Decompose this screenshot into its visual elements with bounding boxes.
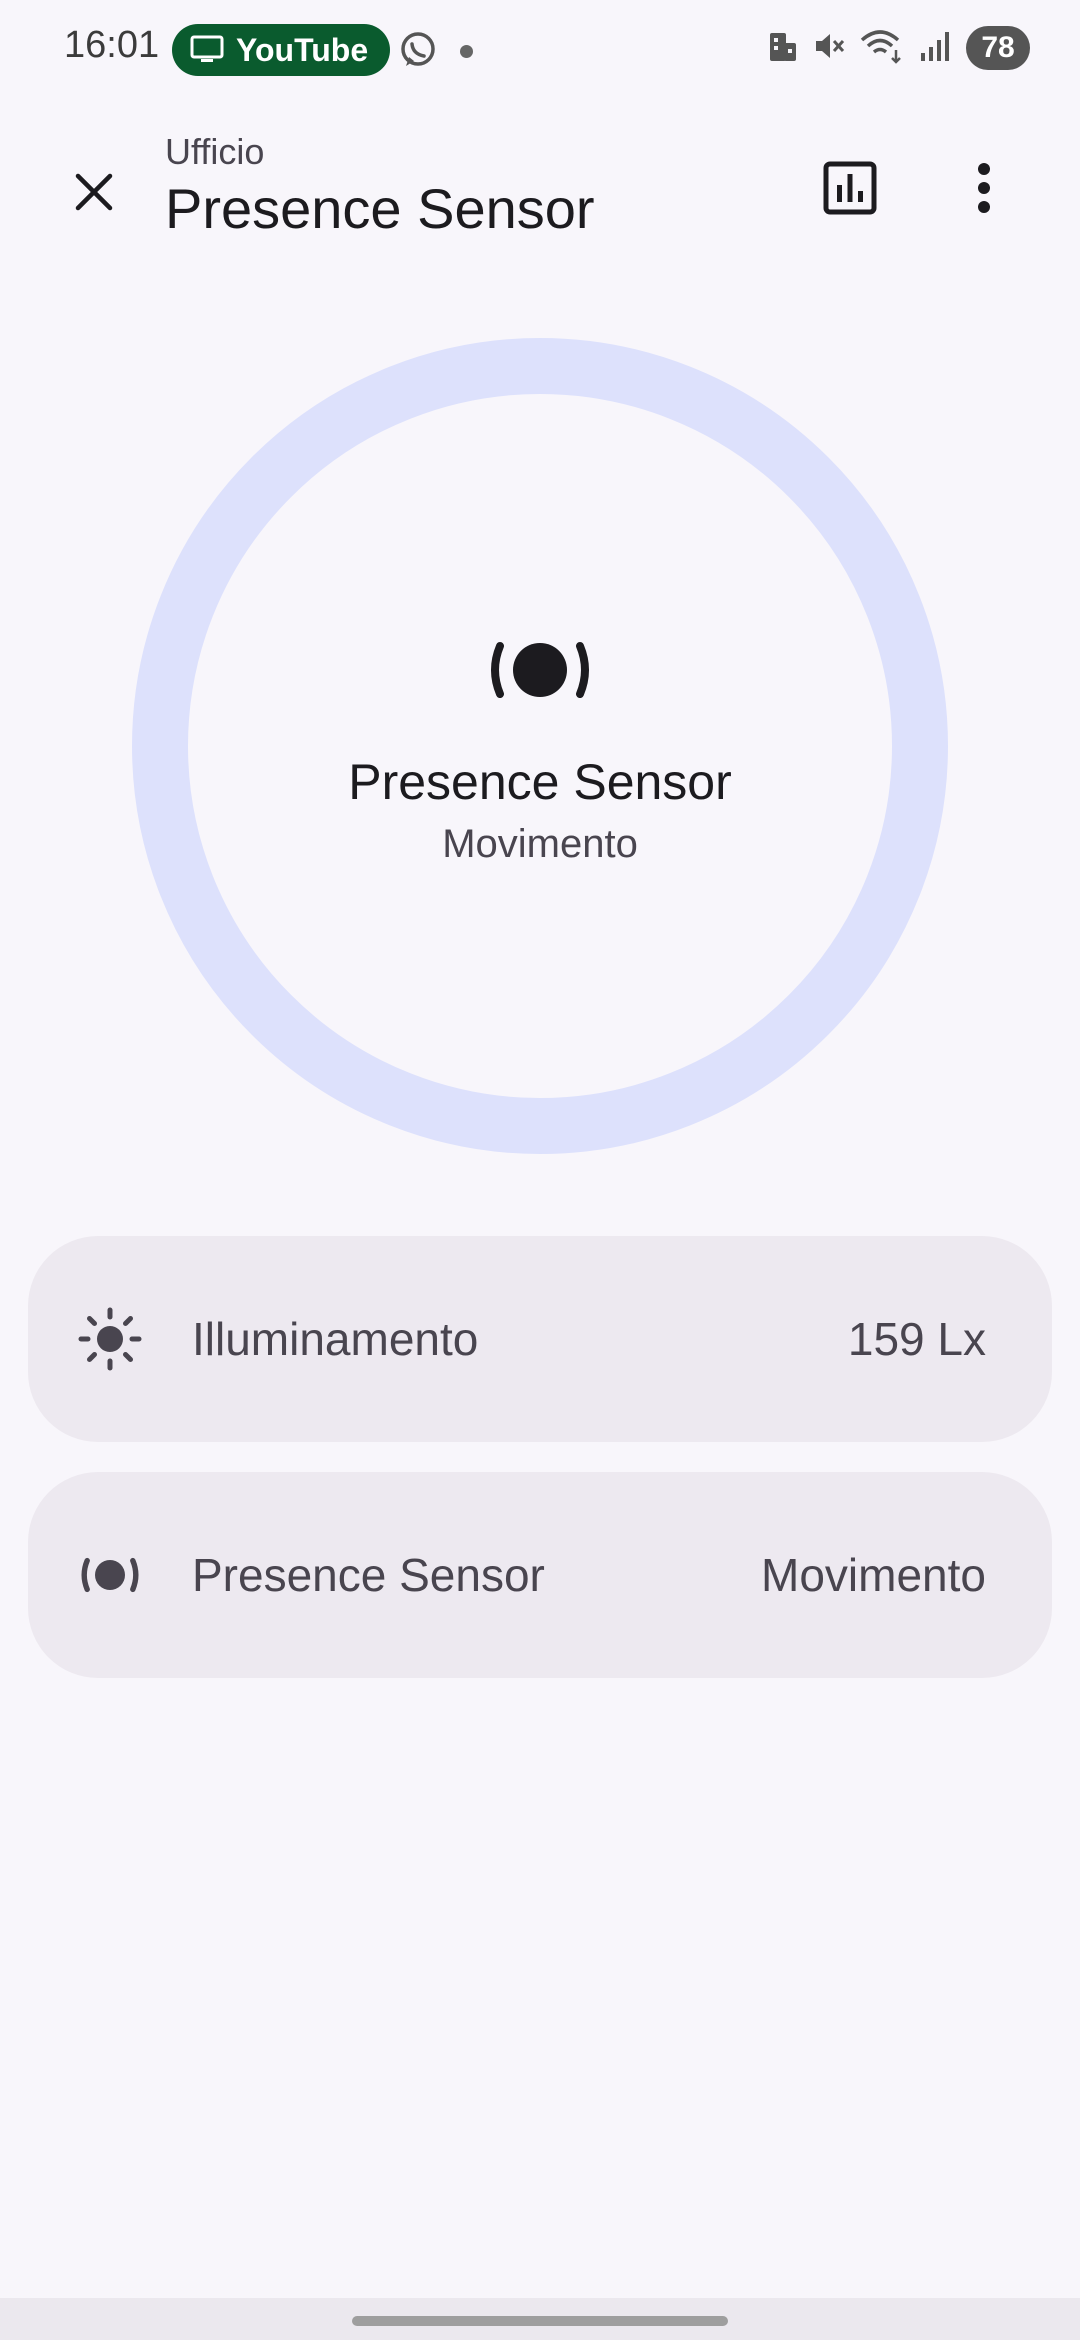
whatsapp-icon — [398, 30, 438, 75]
cast-status-pill[interactable]: YouTube — [172, 24, 391, 76]
state-entity-name: Presence Sensor — [348, 754, 732, 810]
more-vert-icon — [976, 162, 992, 219]
state-content[interactable]: Presence Sensor Movimento — [132, 620, 948, 868]
signal-icon — [918, 29, 952, 68]
cast-pill-label: YouTube — [236, 31, 369, 68]
screen: 16:01 YouTube 78 Ufficio Presence Sensor… — [0, 0, 1080, 2340]
entity-value: Movimento — [761, 1549, 986, 1601]
status-icons: 78 — [768, 26, 1030, 70]
history-chart-icon — [823, 161, 877, 220]
state-value: Movimento — [442, 822, 638, 866]
title-area: Ufficio Presence Sensor — [165, 130, 595, 244]
close-button[interactable] — [58, 158, 130, 230]
motion-sensor-icon — [132, 620, 948, 720]
motion-sensor-icon — [78, 1543, 142, 1607]
building-icon — [768, 29, 798, 68]
entity-label: Presence Sensor — [192, 1549, 545, 1601]
battery-level: 78 — [981, 31, 1015, 64]
close-icon — [72, 170, 116, 219]
entity-card-illuminance[interactable]: Illuminamento 159 Lx — [28, 1236, 1052, 1442]
mute-icon — [812, 29, 846, 68]
entity-value: 159 Lx — [847, 1313, 986, 1365]
entity-card-presence[interactable]: Presence Sensor Movimento — [28, 1472, 1052, 1678]
area-subtitle: Ufficio — [165, 131, 265, 172]
status-time: 16:01 — [64, 24, 160, 66]
wifi-icon — [860, 28, 904, 69]
entity-label: Illuminamento — [192, 1313, 479, 1365]
page-title: Presence Sensor — [165, 177, 595, 240]
status-bar: 16:01 YouTube 78 — [0, 0, 1080, 100]
battery-icon: 78 — [966, 26, 1030, 70]
screen-icon — [190, 35, 224, 65]
top-app-bar: Ufficio Presence Sensor — [0, 120, 1080, 260]
more-options-button[interactable] — [948, 154, 1020, 226]
notification-dot-icon — [460, 45, 473, 58]
history-button[interactable] — [814, 154, 886, 226]
brightness-icon — [78, 1307, 142, 1371]
gesture-handle[interactable] — [352, 2316, 728, 2326]
gesture-nav-bar — [0, 2298, 1080, 2340]
